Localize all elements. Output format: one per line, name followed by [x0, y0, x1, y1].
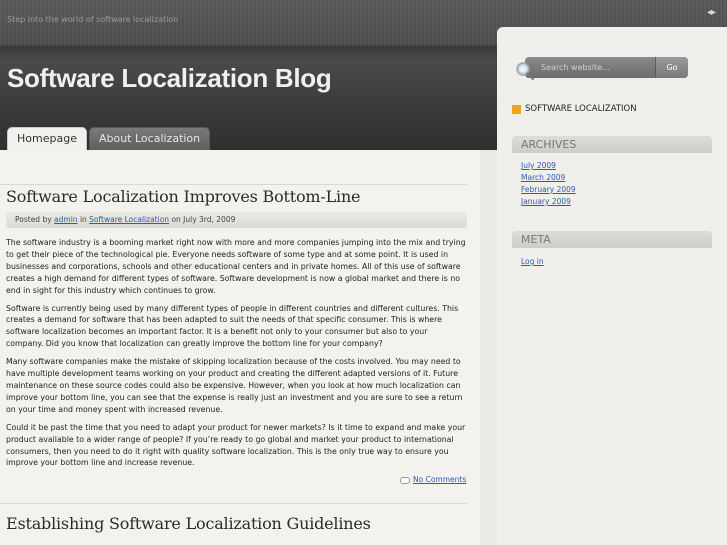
post-paragraph: Many software companies make the mistake… — [6, 357, 463, 414]
divider — [0, 503, 467, 504]
archives-heading: ARCHIVES — [512, 136, 712, 153]
meta-list: Log in — [521, 256, 544, 268]
category-square-icon — [512, 104, 521, 114]
post-paragraph: The software industry is a booming marke… — [6, 238, 466, 295]
main-nav: Homepage About Localization — [7, 127, 211, 150]
tab-homepage[interactable]: Homepage — [7, 127, 87, 150]
post-title[interactable]: Establishing Software Localization Guide… — [6, 514, 371, 533]
post-date: on July 3rd, 2009 — [171, 215, 236, 224]
comments-label[interactable]: No Comments — [413, 475, 466, 484]
category-item[interactable]: SOFTWARE LOCALIZATION — [512, 104, 637, 114]
category-link[interactable]: Software Localization — [89, 215, 169, 224]
meta-prefix: Posted by — [15, 215, 52, 224]
meta-in: in — [79, 215, 87, 224]
archive-link[interactable]: January 2009 — [521, 196, 576, 208]
search-go-button[interactable]: Go — [655, 57, 688, 78]
post-meta: Posted by admin in Software Localization… — [6, 212, 467, 228]
slider-arrows-icon[interactable]: ◂▸ — [707, 7, 716, 18]
magnifier-icon — [516, 62, 535, 81]
sidebar: Go SOFTWARE LOCALIZATION ARCHIVES July 2… — [497, 27, 727, 545]
divider — [0, 184, 467, 185]
site-tagline: Step into the world of software localiza… — [7, 15, 179, 24]
post-body: The software industry is a booming marke… — [6, 237, 467, 475]
comments-link[interactable]: No Comments — [400, 475, 466, 484]
archive-link[interactable]: July 2009 — [521, 160, 576, 172]
blog-title[interactable]: Software Localization Blog — [7, 63, 332, 94]
post-title[interactable]: Software Localization Improves Bottom-Li… — [6, 187, 361, 206]
archive-link[interactable]: February 2009 — [521, 184, 576, 196]
tab-about-localization[interactable]: About Localization — [88, 127, 211, 150]
category-label[interactable]: SOFTWARE LOCALIZATION — [525, 104, 637, 114]
search-input[interactable] — [525, 57, 655, 78]
main-content: Software Localization Improves Bottom-Li… — [0, 150, 480, 545]
post-paragraph: Software is currently being used by many… — [6, 303, 459, 349]
login-link[interactable]: Log in — [521, 256, 544, 268]
archive-link[interactable]: March 2009 — [521, 172, 576, 184]
comment-bubble-icon — [400, 476, 410, 484]
post-paragraph: Could it be past the time that you need … — [6, 422, 466, 468]
author-link[interactable]: admin — [54, 215, 78, 224]
search-box: Go — [525, 57, 688, 78]
archives-list: July 2009 March 2009 February 2009 Janua… — [521, 160, 576, 208]
meta-heading: META — [512, 231, 712, 248]
